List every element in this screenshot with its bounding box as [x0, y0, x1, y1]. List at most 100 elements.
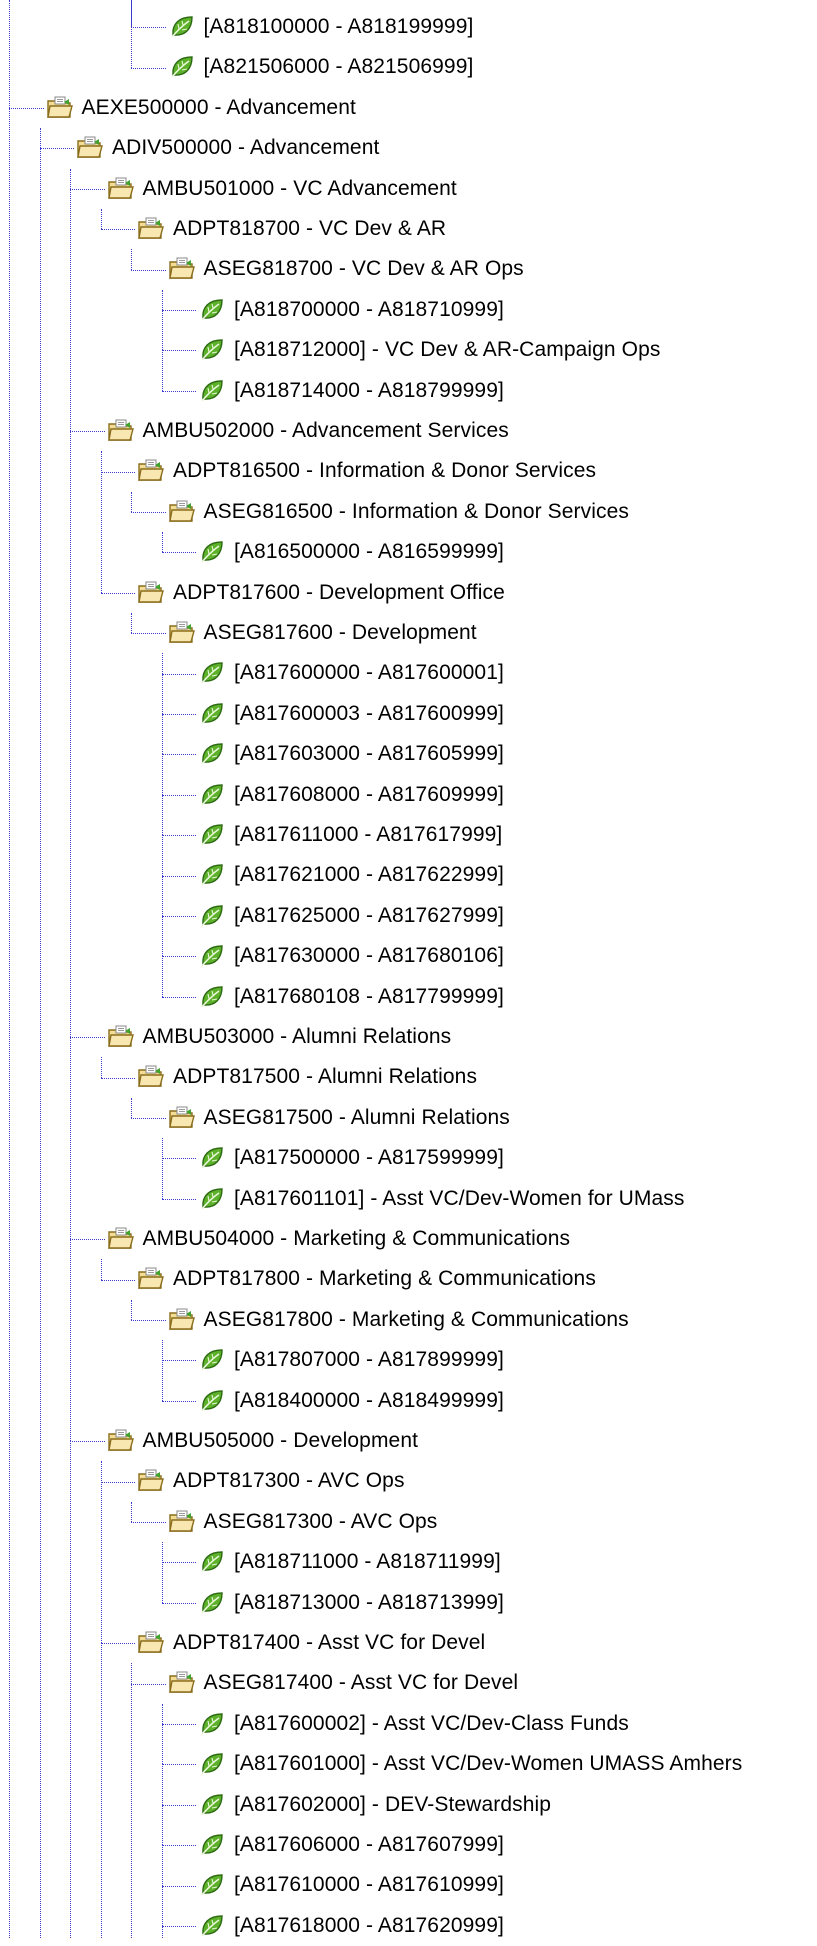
- tree-leaf-node[interactable]: [A817602000] - DEV-Stewardship: [198, 1785, 551, 1825]
- tree-node-label: ASEG817500 - Alumni Relations: [203, 1105, 510, 1129]
- tree-folder-node[interactable]: ADPT818700 - VC Dev & AR: [137, 209, 446, 249]
- open-folder-icon: [76, 135, 104, 161]
- tree-guide-horizontal: [161, 673, 196, 675]
- tree-guide-horizontal: [131, 27, 166, 29]
- tree-folder-node[interactable]: ASEG817400 - Asst VC for Devel: [168, 1663, 519, 1703]
- tree-node-label: [A817618000 - A817620999]: [234, 1913, 504, 1937]
- tree-guide-vertical: [161, 1845, 163, 1886]
- tree-leaf-node[interactable]: [A817601101] - Asst VC/Dev-Women for UMa…: [198, 1179, 684, 1219]
- tree-leaf-node[interactable]: [A817630000 - A817680106]: [198, 936, 504, 976]
- tree-folder-node[interactable]: ASEG816500 - Information & Donor Service…: [168, 492, 629, 532]
- tree-node-label: [A817600002] - Asst VC/Dev-Class Funds: [234, 1711, 629, 1735]
- tree-guide-vertical: [161, 1340, 163, 1401]
- tree-guide-vertical: [161, 956, 163, 997]
- tree-guide-horizontal: [161, 794, 196, 796]
- tree-folder-node[interactable]: ADPT817300 - AVC Ops: [137, 1461, 405, 1501]
- tree-leaf-node[interactable]: [A817625000 - A817627999]: [198, 896, 504, 936]
- green-leaf-icon: [198, 1186, 226, 1212]
- tree-guide-horizontal: [161, 916, 196, 917]
- tree-folder-node[interactable]: ADPT816500 - Information & Donor Service…: [137, 451, 596, 491]
- tree-folder-node[interactable]: AMBU505000 - Development: [107, 1421, 419, 1461]
- tree-leaf-node[interactable]: [A818400000 - A818499999]: [198, 1381, 504, 1421]
- tree-guide-horizontal: [161, 1158, 196, 1160]
- green-leaf-icon: [198, 539, 226, 565]
- tree-guide-horizontal: [100, 1481, 135, 1483]
- tree-leaf-node[interactable]: [A817600000 - A817600001]: [198, 653, 504, 693]
- tree-guide-vertical: [161, 1926, 163, 1938]
- tree-leaf-node[interactable]: [A816500000 - A816599999]: [198, 532, 504, 572]
- tree-leaf-node[interactable]: [A818713000 - A818713999]: [198, 1583, 504, 1623]
- tree-leaf-node[interactable]: [A817600003 - A817600999]: [198, 694, 504, 734]
- open-folder-icon: [107, 1024, 135, 1050]
- tree-guide-horizontal: [161, 552, 196, 554]
- tree-guide-vertical: [100, 451, 102, 593]
- tree-leaf-node[interactable]: [A817603000 - A817605999]: [198, 734, 504, 774]
- tree-guide-horizontal: [70, 1239, 105, 1241]
- tree-leaf-node[interactable]: [A817601000] - Asst VC/Dev-Women UMASS A…: [198, 1744, 742, 1784]
- tree-folder-node[interactable]: ADPT817400 - Asst VC for Devel: [137, 1623, 485, 1663]
- tree-folder-node[interactable]: ASEG818700 - VC Dev & AR Ops: [168, 249, 524, 289]
- tree-leaf-node[interactable]: [A817600002] - Asst VC/Dev-Class Funds: [198, 1704, 629, 1744]
- tree-folder-node[interactable]: ADIV500000 - Advancement: [76, 128, 379, 168]
- tree-node-label: [A817680108 - A817799999]: [234, 984, 504, 1008]
- tree-guide-horizontal: [161, 1926, 196, 1927]
- tree-leaf-node[interactable]: [A817680108 - A817799999]: [198, 977, 504, 1017]
- tree-guide-vertical: [161, 653, 163, 714]
- tree-folder-node[interactable]: AMBU503000 - Alumni Relations: [107, 1017, 452, 1057]
- tree-guide-vertical: [100, 209, 102, 230]
- green-leaf-icon: [198, 1388, 226, 1414]
- tree-node-label: [A817600000 - A817600001]: [234, 661, 504, 685]
- tree-leaf-node[interactable]: [A817606000 - A817607999]: [198, 1825, 504, 1865]
- tree-leaf-node[interactable]: [A821506000 - A821506999]: [168, 47, 474, 87]
- tree-node-label: [A817610000 - A817610999]: [234, 1873, 504, 1897]
- tree-guide-horizontal: [161, 835, 196, 837]
- tree-guide-vertical: [161, 916, 163, 957]
- tree-leaf-node[interactable]: [A817608000 - A817609999]: [198, 775, 504, 815]
- tree-guide-vertical: [161, 1764, 163, 1805]
- tree-guide-horizontal: [161, 754, 196, 756]
- tree-folder-node[interactable]: ADPT817800 - Marketing & Communications: [137, 1259, 596, 1299]
- tree-leaf-node[interactable]: [A818711000 - A818711999]: [198, 1542, 501, 1582]
- open-folder-icon: [168, 1307, 196, 1333]
- tree-folder-node[interactable]: ASEG817600 - Development: [168, 613, 477, 653]
- tree-leaf-node[interactable]: [A818700000 - A818710999]: [198, 290, 504, 330]
- open-folder-icon: [107, 176, 135, 202]
- tree-leaf-node[interactable]: [A817807000 - A817899999]: [198, 1340, 504, 1380]
- tree-node-label: [A817807000 - A817899999]: [234, 1348, 504, 1372]
- tree-folder-node[interactable]: ASEG817300 - AVC Ops: [168, 1502, 438, 1542]
- tree-folder-node[interactable]: AMBU501000 - VC Advancement: [107, 169, 457, 209]
- tree-folder-node[interactable]: ASEG817500 - Alumni Relations: [168, 1098, 510, 1138]
- tree-node-label: [A817621000 - A817622999]: [234, 863, 504, 887]
- tree-node-label: ASEG817400 - Asst VC for Devel: [203, 1671, 519, 1695]
- tree-folder-node[interactable]: AMBU504000 - Marketing & Communications: [107, 1219, 571, 1259]
- tree-guide-horizontal: [39, 148, 74, 150]
- tree-guide-horizontal: [161, 1724, 196, 1725]
- tree-leaf-node[interactable]: [A817621000 - A817622999]: [198, 855, 504, 895]
- open-folder-icon: [137, 458, 165, 484]
- tree-leaf-node[interactable]: [A817610000 - A817610999]: [198, 1865, 504, 1905]
- tree-guide-horizontal: [161, 956, 196, 958]
- tree-leaf-node[interactable]: [A817611000 - A817617999]: [198, 815, 502, 855]
- tree-folder-node[interactable]: AMBU502000 - Advancement Services: [107, 411, 509, 451]
- tree-guide-horizontal: [161, 350, 196, 352]
- tree-leaf-node[interactable]: [A817618000 - A817620999]: [198, 1906, 504, 1946]
- tree-node-label: [A817611000 - A817617999]: [234, 823, 503, 846]
- tree-guide-vertical: [100, 1643, 102, 1938]
- green-leaf-icon: [198, 1590, 226, 1616]
- tree-folder-node[interactable]: AEXE500000 - Advancement: [46, 88, 356, 128]
- tree-guide-horizontal: [161, 1400, 196, 1402]
- tree-leaf-node[interactable]: [A818714000 - A818799999]: [198, 371, 504, 411]
- tree-folder-node[interactable]: ASEG817800 - Marketing & Communications: [168, 1300, 629, 1340]
- tree-leaf-node[interactable]: [A817500000 - A817599999]: [198, 1138, 504, 1178]
- tree-node-label: ADIV500000 - Advancement: [112, 136, 380, 160]
- tree-guide-horizontal: [161, 310, 196, 311]
- tree-folder-node[interactable]: ADPT817600 - Development Office: [137, 573, 505, 613]
- tree-guide-horizontal: [161, 1198, 196, 1200]
- tree-guide-horizontal: [161, 390, 196, 392]
- tree-node-label: ADPT818700 - VC Dev & AR: [173, 217, 447, 240]
- open-folder-icon: [46, 95, 74, 121]
- tree-node-label: [A817601101] - Asst VC/Dev-Women for UMa…: [234, 1186, 685, 1210]
- tree-leaf-node[interactable]: [A818712000] - VC Dev & AR-Campaign Ops: [198, 330, 660, 370]
- tree-folder-node[interactable]: ADPT817500 - Alumni Relations: [137, 1057, 477, 1097]
- tree-leaf-node[interactable]: [A818100000 - A818199999]: [168, 7, 474, 47]
